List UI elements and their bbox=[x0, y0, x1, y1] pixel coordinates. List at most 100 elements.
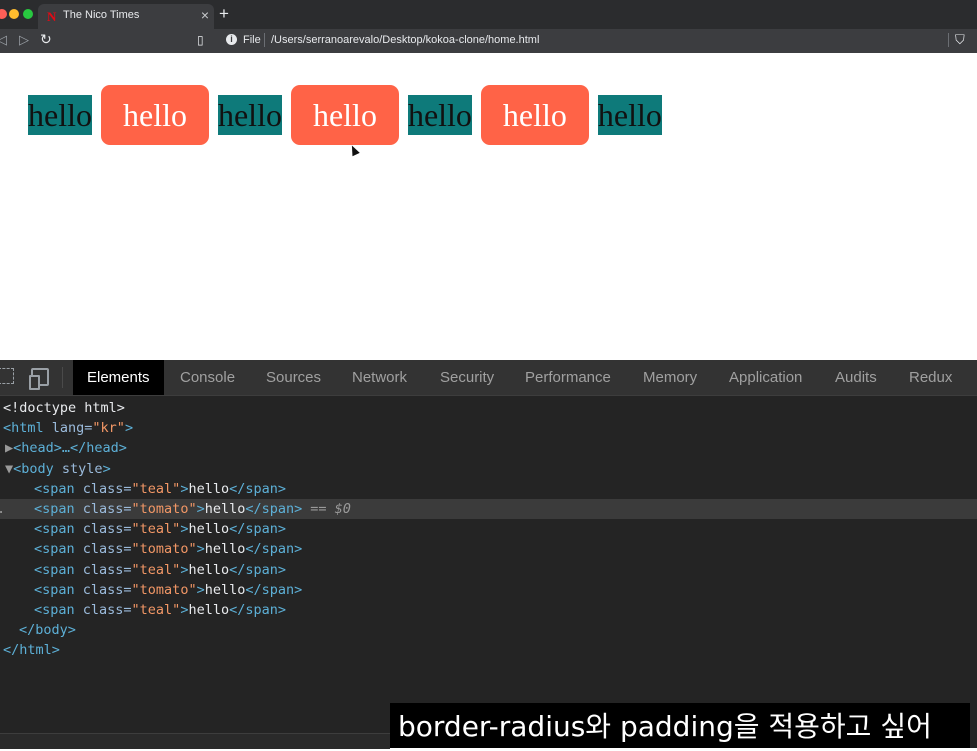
new-tab-button[interactable]: + bbox=[219, 4, 229, 24]
maximize-window-button[interactable] bbox=[23, 9, 33, 19]
expand-triangle-icon[interactable]: ▶ bbox=[5, 440, 13, 456]
page-viewport: hello hello hello hello hello hello hell… bbox=[0, 53, 977, 360]
attr-name: lang= bbox=[43, 420, 93, 437]
tag-name: <span bbox=[34, 561, 75, 578]
attr-value: "teal" bbox=[131, 561, 181, 578]
dom-node-body-end[interactable]: </body> bbox=[0, 620, 977, 640]
url-divider bbox=[264, 33, 265, 47]
inspect-element-icon[interactable] bbox=[0, 368, 14, 384]
tab-close-icon[interactable]: × bbox=[201, 7, 209, 23]
mouse-cursor-icon bbox=[348, 143, 360, 157]
browser-tab[interactable]: N The Nico Times × bbox=[38, 4, 214, 29]
attr-name: class= bbox=[74, 500, 132, 517]
tab-performance[interactable]: Performance bbox=[525, 360, 611, 395]
dom-node-doctype[interactable]: <!doctype html> bbox=[0, 398, 977, 418]
tag-end: </span> bbox=[229, 480, 287, 497]
tag-end: </span> bbox=[229, 601, 287, 618]
tag-end: </span> bbox=[245, 541, 303, 558]
collapse-triangle-icon[interactable]: ▼ bbox=[5, 461, 13, 477]
tab-security[interactable]: Security bbox=[440, 360, 494, 395]
tag-bracket: > bbox=[102, 460, 111, 477]
devtools-bottom-bar bbox=[0, 733, 390, 749]
tab-application[interactable]: Application bbox=[729, 360, 802, 395]
close-window-button[interactable] bbox=[0, 9, 7, 19]
tag-name: <body bbox=[13, 460, 54, 477]
span-row: hello hello hello hello hello hello hell… bbox=[28, 85, 671, 145]
text-node: hello bbox=[188, 521, 230, 538]
text-node: hello bbox=[204, 500, 246, 517]
teal-span: hello bbox=[28, 95, 92, 135]
tag-name: <span bbox=[34, 541, 75, 558]
tag-bracket: > bbox=[196, 581, 205, 598]
device-toolbar-icon[interactable] bbox=[29, 368, 49, 390]
tab-redux[interactable]: Redux bbox=[909, 360, 952, 395]
tag-name: <span bbox=[34, 500, 75, 517]
reload-icon[interactable]: ↻ bbox=[40, 31, 52, 48]
tab-title: The Nico Times bbox=[63, 9, 140, 21]
info-icon[interactable]: i bbox=[226, 34, 237, 45]
file-scheme-label: File bbox=[243, 34, 261, 46]
text-node: hello bbox=[204, 581, 246, 598]
tab-console[interactable]: Console bbox=[180, 360, 235, 395]
attr-value: "tomato" bbox=[131, 581, 197, 598]
attr-name: class= bbox=[74, 480, 132, 497]
shield-extension-icon[interactable]: ⛉ bbox=[955, 32, 965, 48]
dom-node-span[interactable]: <span class="teal">hello</span> bbox=[0, 560, 977, 580]
attr-value: "tomato" bbox=[131, 541, 197, 558]
tag-name: <span bbox=[34, 581, 75, 598]
doctype-text: <!doctype html> bbox=[3, 400, 125, 416]
tomato-span: hello bbox=[480, 85, 589, 145]
dom-node-span[interactable]: <span class="teal">hello</span> bbox=[0, 519, 977, 539]
attr-name: class= bbox=[74, 581, 132, 598]
attr-name: class= bbox=[74, 541, 132, 558]
dom-tree: <!doctype html> <html lang="kr"> ▶<head>… bbox=[0, 398, 977, 660]
tag-name: <html bbox=[3, 420, 44, 437]
video-subtitle: border-radius와 padding을 적용하고 싶어 bbox=[390, 703, 970, 748]
dom-node-span[interactable]: <span class="teal">hello</span> bbox=[0, 479, 977, 499]
tag-bracket: > bbox=[124, 420, 134, 437]
dom-node-span-selected[interactable]: . <span class="tomato">hello</span> == $0 bbox=[0, 498, 977, 520]
back-icon[interactable]: ◁ bbox=[0, 32, 7, 48]
tag-name: <span bbox=[34, 521, 75, 538]
browser-toolbar: ◁ ▷ ↻ ▯ i File /Users/serranoarevalo/Des… bbox=[0, 29, 977, 53]
attr-name: style bbox=[53, 460, 103, 477]
tag-end: </span> bbox=[245, 581, 303, 598]
tag-end: </span> bbox=[229, 561, 287, 578]
tab-sources[interactable]: Sources bbox=[266, 360, 321, 395]
dom-node-span[interactable]: <span class="teal">hello</span> bbox=[0, 600, 977, 620]
devtools-divider bbox=[62, 367, 63, 388]
tag-end: </span> bbox=[245, 500, 303, 517]
bookmark-icon[interactable]: ▯ bbox=[197, 33, 204, 47]
selected-marker-icon: . bbox=[0, 499, 5, 519]
tomato-span: hello bbox=[290, 85, 399, 145]
forward-icon[interactable]: ▷ bbox=[19, 32, 29, 48]
text-node: hello bbox=[188, 480, 230, 497]
dom-node-span[interactable]: <span class="tomato">hello</span> bbox=[0, 539, 977, 559]
tag-name: <span bbox=[34, 601, 75, 618]
dom-node-head[interactable]: ▶<head>…</head> bbox=[0, 438, 977, 458]
dom-node-span[interactable]: <span class="tomato">hello</span> bbox=[0, 580, 977, 600]
dom-node-html-end[interactable]: </html> bbox=[0, 640, 977, 660]
attr-value: "tomato" bbox=[131, 500, 197, 517]
tag-bracket: > bbox=[196, 500, 205, 517]
tab-memory[interactable]: Memory bbox=[643, 360, 697, 395]
minimize-window-button[interactable] bbox=[9, 9, 19, 19]
tag-end: </body> bbox=[19, 622, 76, 639]
tab-network[interactable]: Network bbox=[352, 360, 407, 395]
devtools-tab-bar: Elements Console Sources Network Securit… bbox=[0, 360, 977, 396]
tag-name: <span bbox=[34, 480, 75, 497]
text-node: hello bbox=[188, 561, 230, 578]
teal-span: hello bbox=[407, 95, 472, 135]
attr-name: class= bbox=[74, 521, 132, 538]
tag-end: </html> bbox=[3, 642, 60, 659]
dom-node-html[interactable]: <html lang="kr"> bbox=[0, 418, 977, 438]
attr-name: class= bbox=[74, 601, 132, 618]
head-collapsed: <head>…</head> bbox=[13, 440, 127, 457]
tab-elements[interactable]: Elements bbox=[73, 360, 164, 395]
selected-reference: == $0 bbox=[310, 500, 351, 517]
address-bar[interactable]: /Users/serranoarevalo/Desktop/kokoa-clon… bbox=[271, 34, 539, 46]
text-node: hello bbox=[188, 601, 230, 618]
attr-value: "teal" bbox=[131, 480, 181, 497]
tab-audits[interactable]: Audits bbox=[835, 360, 877, 395]
dom-node-body[interactable]: ▼<body style> bbox=[0, 459, 977, 479]
